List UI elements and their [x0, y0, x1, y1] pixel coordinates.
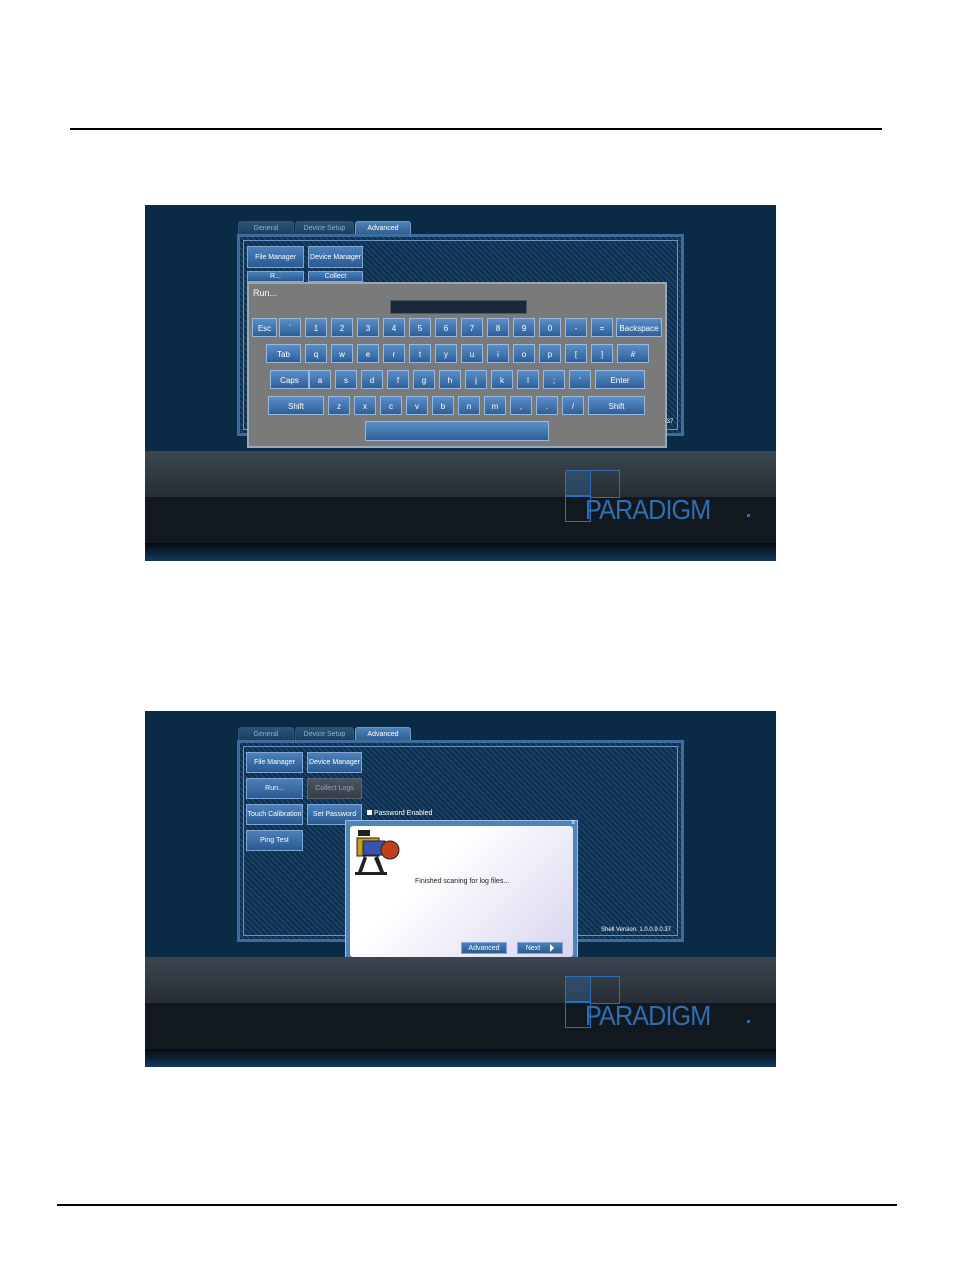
- key-v[interactable]: v: [406, 396, 428, 415]
- key-t[interactable]: t: [409, 344, 431, 363]
- key-m[interactable]: m: [484, 396, 506, 415]
- chevron-right-icon: [550, 944, 555, 953]
- key-r[interactable]: r: [383, 344, 405, 363]
- key-x[interactable]: x: [354, 396, 376, 415]
- key-5[interactable]: 5: [409, 318, 431, 337]
- key-b[interactable]: b: [432, 396, 454, 415]
- next-label: Next: [525, 945, 541, 952]
- file-manager-button[interactable]: File Manager: [247, 246, 304, 268]
- key-f[interactable]: f: [387, 370, 409, 389]
- key-left-bracket[interactable]: [: [565, 344, 587, 363]
- key-a[interactable]: a: [309, 370, 331, 389]
- key-esc[interactable]: Esc: [252, 318, 277, 337]
- key-period[interactable]: .: [536, 396, 558, 415]
- key-semicolon[interactable]: ;: [543, 370, 565, 389]
- key-caps[interactable]: Caps: [270, 370, 309, 389]
- key-0[interactable]: 0: [539, 318, 561, 337]
- touch-calibration-button[interactable]: Touch Calibration: [246, 804, 303, 825]
- stage-light-icon: [355, 830, 400, 875]
- key-7[interactable]: 7: [461, 318, 483, 337]
- paradigm-logo: PARADIGM: [565, 468, 765, 528]
- logo-text: PARADIGM: [585, 494, 711, 525]
- bottom-strip: [145, 543, 776, 561]
- close-icon[interactable]: x: [572, 819, 576, 826]
- key-enter[interactable]: Enter: [595, 370, 645, 389]
- key-p[interactable]: p: [539, 344, 561, 363]
- key-1[interactable]: 1: [305, 318, 327, 337]
- checkbox-icon: [367, 810, 372, 815]
- collect-logs-dialog: Finished scaning for log files... Advanc…: [345, 819, 578, 962]
- key-h[interactable]: h: [439, 370, 461, 389]
- key-backtick[interactable]: `: [279, 318, 301, 337]
- bottom-strip: [145, 1049, 776, 1067]
- key-comma[interactable]: ,: [510, 396, 532, 415]
- run-command-input[interactable]: [390, 300, 527, 314]
- key-3[interactable]: 3: [357, 318, 379, 337]
- key-q[interactable]: q: [305, 344, 327, 363]
- dialog-message: Finished scaning for log files...: [415, 878, 510, 885]
- key-minus[interactable]: -: [565, 318, 587, 337]
- key-slash[interactable]: /: [562, 396, 584, 415]
- password-enabled-label: Password Enabled: [374, 810, 433, 817]
- footer-rule: [57, 1204, 897, 1206]
- key-k[interactable]: k: [491, 370, 513, 389]
- device-manager-button[interactable]: Device Manager: [307, 752, 362, 773]
- key-j[interactable]: j: [465, 370, 487, 389]
- key-c[interactable]: c: [380, 396, 402, 415]
- password-enabled-checkbox[interactable]: Password Enabled: [367, 810, 432, 817]
- next-button[interactable]: Next: [517, 942, 563, 954]
- collect-logs-button[interactable]: Collect Logs: [307, 778, 362, 799]
- screenshot-run-keyboard: General Device Setup Advanced File Manag…: [145, 205, 776, 561]
- key-4[interactable]: 4: [383, 318, 405, 337]
- run-button[interactable]: R...: [247, 271, 304, 282]
- key-left-shift[interactable]: Shift: [268, 396, 324, 415]
- key-apostrophe[interactable]: ': [569, 370, 591, 389]
- key-s[interactable]: s: [335, 370, 357, 389]
- header-rule: [70, 128, 882, 130]
- key-equals[interactable]: =: [591, 318, 613, 337]
- key-8[interactable]: 8: [487, 318, 509, 337]
- key-9[interactable]: 9: [513, 318, 535, 337]
- on-screen-keyboard: Run... Esc ` 1 2 3 4 5 6 7 8 9 0 - = Bac…: [247, 282, 667, 448]
- advanced-button[interactable]: Advanced: [461, 942, 507, 954]
- key-i[interactable]: i: [487, 344, 509, 363]
- key-space[interactable]: [365, 421, 549, 441]
- paradigm-logo: PARADIGM: [565, 974, 765, 1034]
- key-hash[interactable]: #: [617, 344, 649, 363]
- key-right-bracket[interactable]: ]: [591, 344, 613, 363]
- shell-version-text: Shell Version: 1.0.0.9.0.37: [601, 927, 672, 933]
- key-u[interactable]: u: [461, 344, 483, 363]
- key-n[interactable]: n: [458, 396, 480, 415]
- key-backspace[interactable]: Backspace: [616, 318, 662, 337]
- key-2[interactable]: 2: [331, 318, 353, 337]
- key-y[interactable]: y: [435, 344, 457, 363]
- key-z[interactable]: z: [328, 396, 350, 415]
- keyboard-title: Run...: [253, 288, 278, 298]
- key-tab[interactable]: Tab: [266, 344, 301, 363]
- key-o[interactable]: o: [513, 344, 535, 363]
- ping-test-button[interactable]: Ping Test: [246, 830, 303, 851]
- key-w[interactable]: w: [331, 344, 353, 363]
- key-g[interactable]: g: [413, 370, 435, 389]
- device-manager-button[interactable]: Device Manager: [308, 246, 363, 268]
- logo-text: PARADIGM: [585, 1000, 711, 1031]
- run-button[interactable]: Run...: [246, 778, 303, 799]
- key-d[interactable]: d: [361, 370, 383, 389]
- collect-logs-button[interactable]: Collect: [308, 271, 363, 282]
- key-e[interactable]: e: [357, 344, 379, 363]
- key-right-shift[interactable]: Shift: [588, 396, 645, 415]
- key-6[interactable]: 6: [435, 318, 457, 337]
- file-manager-button[interactable]: File Manager: [246, 752, 303, 773]
- key-l[interactable]: l: [517, 370, 539, 389]
- screenshot-collect-logs: General Device Setup Advanced File Manag…: [145, 711, 776, 1067]
